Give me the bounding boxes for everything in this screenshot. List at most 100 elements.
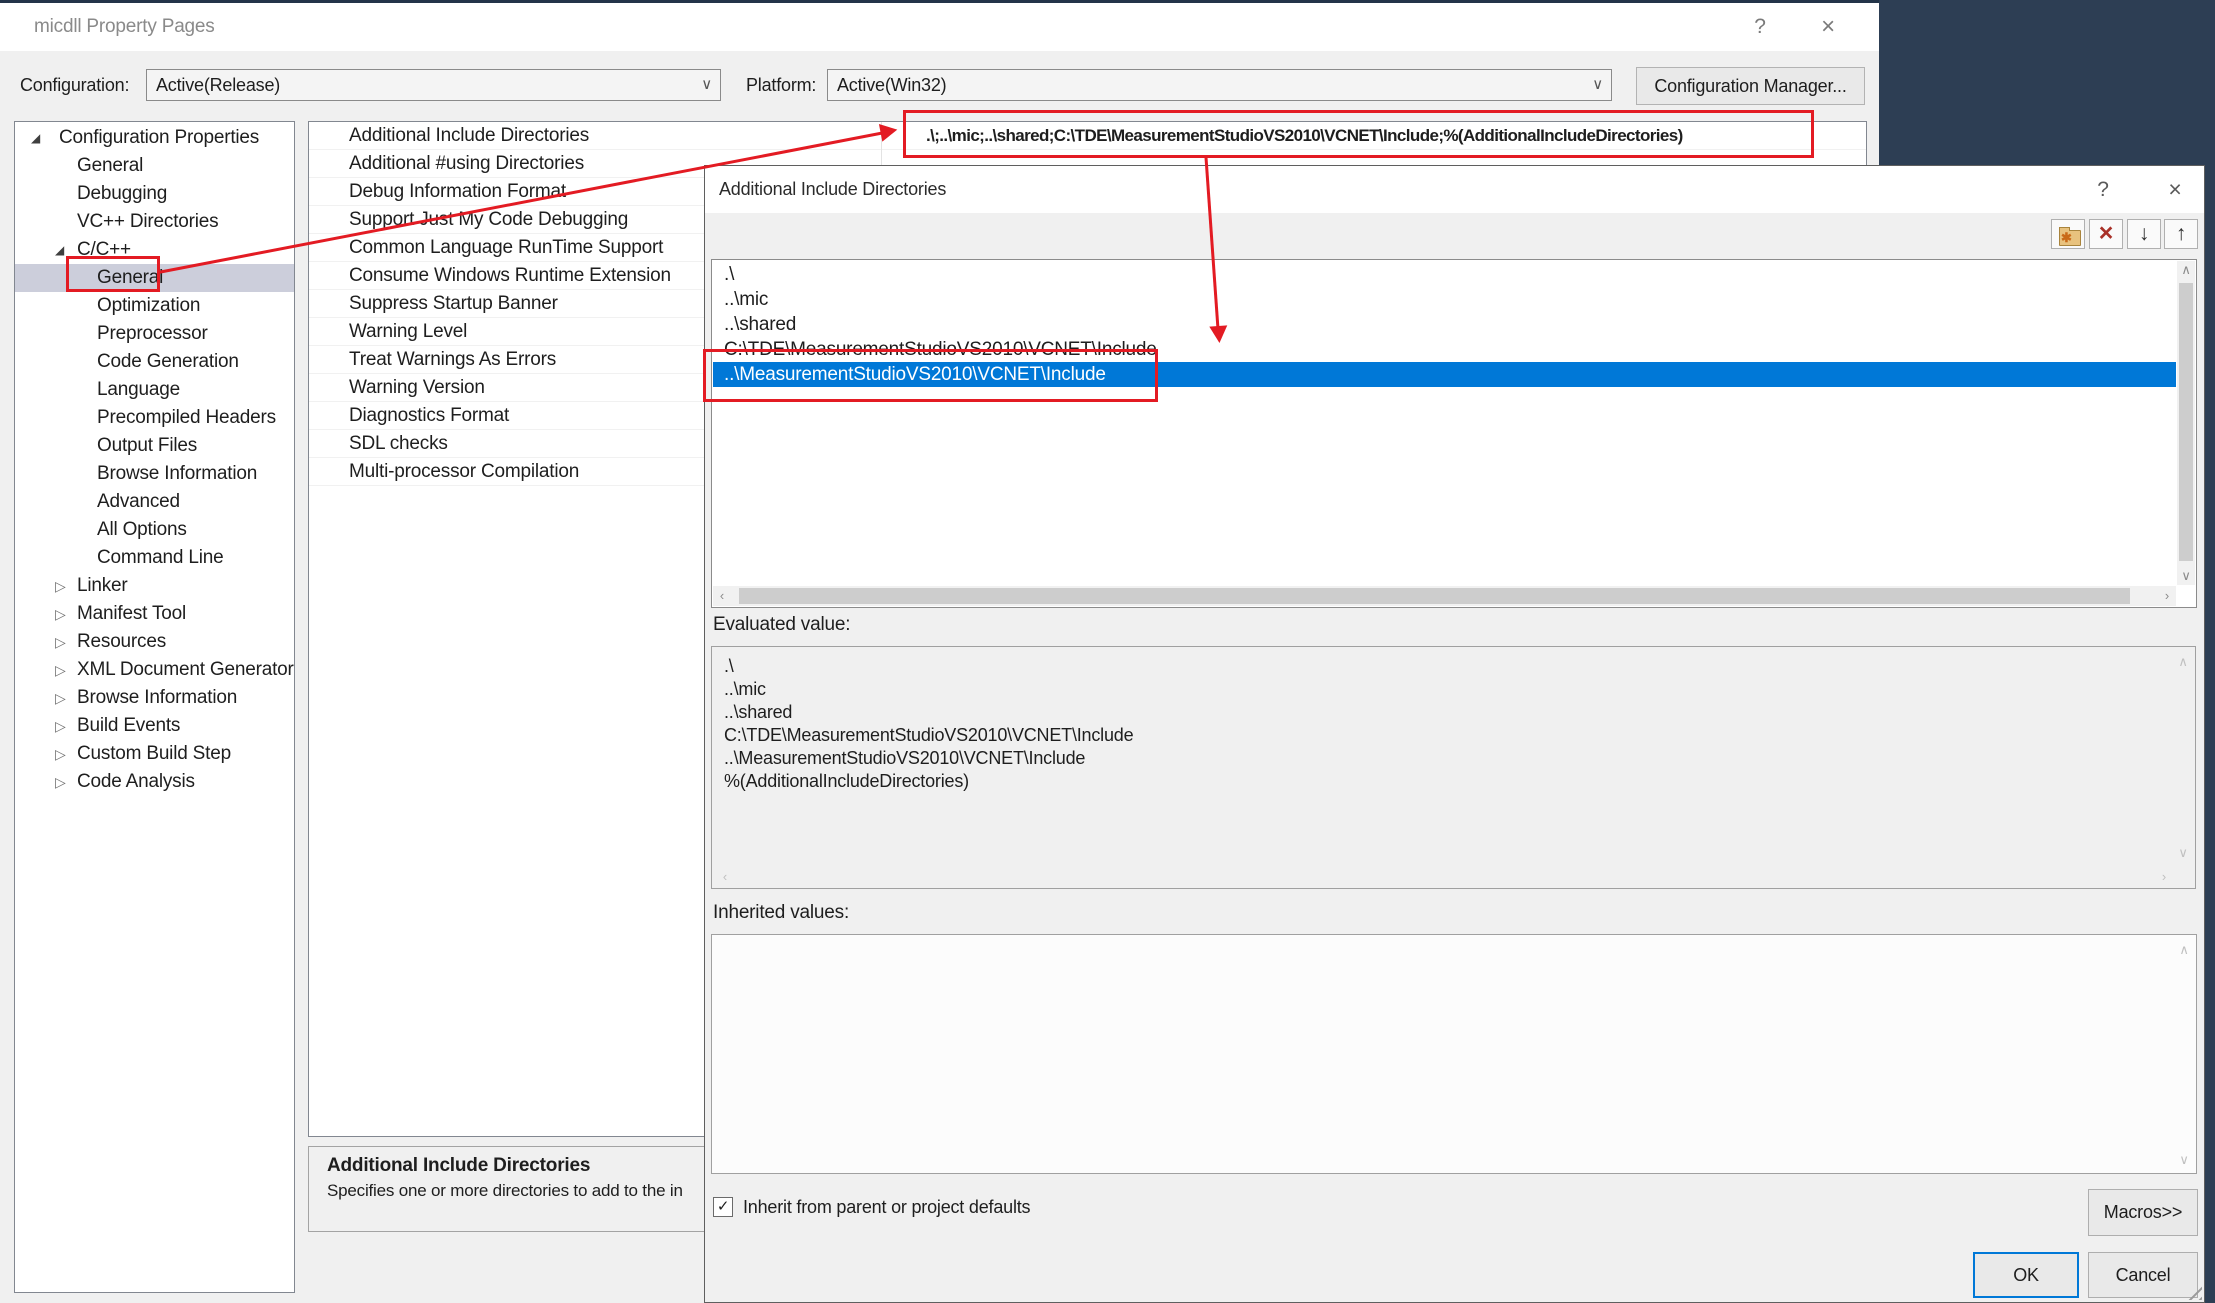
tree-item-label: Language [97,379,180,400]
tree-collapsed-icon: ▷ [55,768,66,796]
scroll-right-icon[interactable]: › [2155,868,2173,886]
configuration-dropdown[interactable]: Active(Release) ∨ [146,69,721,101]
move-up-button[interactable]: ↑ [2164,219,2198,249]
inherit-defaults-label: Inherit from parent or project defaults [743,1196,1030,1218]
tree-collapsed-icon: ▷ [55,656,66,684]
tree-item-resources[interactable]: ▷ Resources [15,628,294,656]
tree-expanded-icon: ◢ [55,236,64,264]
scroll-right-icon[interactable]: › [2158,586,2176,606]
tree-item-label: Configuration Properties [59,127,259,148]
additional-include-directories-dialog: Additional Include Directories ? × ✱ × ↓… [704,165,2205,1303]
tree-item-command-line[interactable]: Command Line [15,544,294,572]
scroll-up-icon[interactable]: ∧ [2177,261,2195,279]
configuration-value: Active(Release) [156,70,280,100]
tree-item-manifest-tool[interactable]: ▷ Manifest Tool [15,600,294,628]
list-item[interactable]: .\ [713,262,2176,287]
tree-item-label: Linker [77,575,128,596]
tree-item-general[interactable]: General [15,152,294,180]
popup-title: Additional Include Directories [719,166,946,213]
desktop-background: micdll Property Pages ? × Configuration:… [0,0,2215,1303]
tree-item-advanced[interactable]: Advanced [15,488,294,516]
tree-item-debugging[interactable]: Debugging [15,180,294,208]
tree-item-label: Optimization [97,295,200,316]
inherited-values-label: Inherited values: [713,902,849,924]
tree-item-label: Resources [77,631,166,652]
tree-item-build-events[interactable]: ▷ Build Events [15,712,294,740]
cancel-button[interactable]: Cancel [2088,1252,2198,1298]
tree-item-label: All Options [97,519,187,540]
tree-item-label: Code Generation [97,351,239,372]
tree-item-label: Preprocessor [97,323,208,344]
horizontal-scrollbar[interactable]: ‹ › [713,586,2176,606]
tree-item-preprocessor[interactable]: Preprocessor [15,320,294,348]
arrow-up-icon: ↑ [2176,222,2186,245]
tree-item-linker[interactable]: ▷Linker [15,572,294,600]
tree-item-custom-build-step[interactable]: ▷Custom Build Step [15,740,294,768]
platform-value: Active(Win32) [837,70,946,100]
ok-button[interactable]: OK [1973,1252,2079,1298]
tree-collapsed-icon: ▷ [55,740,66,768]
tree-collapsed-icon: ▷ [55,628,66,656]
scroll-down-icon[interactable]: ∨ [2175,1151,2193,1169]
annotation-box-selected-item [703,349,1158,402]
tree-item-code-analysis[interactable]: ▷Code Analysis [15,768,294,796]
tree-item-label: Build Events [77,715,180,736]
arrow-down-icon: ↓ [2139,222,2149,245]
main-titlebar: micdll Property Pages ? × [0,3,1879,51]
inherit-defaults-checkbox[interactable]: ✓ [713,1197,733,1217]
tree-item-xml-document-generator[interactable]: ▷ XML Document Generator [15,656,294,684]
platform-dropdown[interactable]: Active(Win32) ∨ [827,69,1612,101]
tree-item-precompiled-headers[interactable]: Precompiled Headers [15,404,294,432]
chevron-down-icon: ∨ [1592,70,1603,100]
resize-grip-icon[interactable] [2186,1284,2202,1300]
move-down-button[interactable]: ↓ [2127,219,2161,249]
configuration-manager-button[interactable]: Configuration Manager... [1636,67,1865,105]
tree-item-browse-information[interactable]: ▷Browse Information [15,684,294,712]
evaluated-line: ..\MeasurementStudioVS2010\VCNET\Include [712,747,2195,770]
list-item[interactable]: ..\mic [713,287,2176,312]
evaluated-line: C:\TDE\MeasurementStudioVS2010\VCNET\Inc… [712,724,2195,747]
tree-item-code-generation[interactable]: Code Generation [15,348,294,376]
tree-item-label: Browse Information [97,463,257,484]
scroll-up-icon[interactable]: ∧ [2174,653,2192,671]
vertical-scrollbar[interactable]: ∧ ∨ [2177,261,2195,585]
tree-item-all-options[interactable]: All Options [15,516,294,544]
tree-item-label: Precompiled Headers [97,407,276,428]
close-icon[interactable]: × [1806,3,1850,51]
evaluated-value-label: Evaluated value: [713,614,850,636]
help-icon[interactable]: ? [2081,166,2125,213]
tree-item-output-files[interactable]: Output Files [15,432,294,460]
scroll-down-icon[interactable]: ∨ [2177,567,2195,585]
tree-item-label: Manifest Tool [77,603,186,624]
tree-collapsed-icon: ▷ [55,712,66,740]
tree-collapsed-icon: ▷ [55,600,66,628]
configuration-label: Configuration: [20,75,129,96]
evaluated-value-box: .\..\mic..\sharedC:\TDE\MeasurementStudi… [711,646,2196,889]
list-item[interactable]: ..\shared [713,312,2176,337]
tree-item-optimization[interactable]: Optimization [15,292,294,320]
scroll-down-icon[interactable]: ∨ [2174,844,2192,862]
close-icon[interactable]: × [2153,166,2197,213]
scroll-left-icon[interactable]: ‹ [716,868,734,886]
tree-item-label: XML Document Generator [77,659,294,680]
macros-button[interactable]: Macros>> [2088,1189,2198,1236]
tree-item-vc-directories[interactable]: VC++ Directories [15,208,294,236]
evaluated-line: ..\shared [712,701,2195,724]
delete-line-button[interactable]: × [2089,219,2123,249]
inherited-values-box: ∧ ∨ [711,934,2197,1174]
new-line-button[interactable]: ✱ [2051,219,2085,249]
scrollbar-thumb[interactable] [739,588,2130,604]
help-icon[interactable]: ? [1738,3,1782,51]
scrollbar-thumb[interactable] [2179,283,2193,561]
tree-item-label: VC++ Directories [77,211,218,232]
tree-item-configuration-properties[interactable]: ◢ Configuration Properties [15,124,294,152]
evaluated-line: .\ [712,655,2195,678]
annotation-box-tree-general [66,256,160,292]
tree-item-label: Command Line [97,547,223,568]
tree-item-language[interactable]: Language [15,376,294,404]
tree-expanded-icon: ◢ [31,124,40,152]
tree-item-browse-information[interactable]: Browse Information [15,460,294,488]
scroll-up-icon[interactable]: ∧ [2175,941,2193,959]
delete-icon: × [2099,219,2113,247]
scroll-left-icon[interactable]: ‹ [713,586,731,606]
